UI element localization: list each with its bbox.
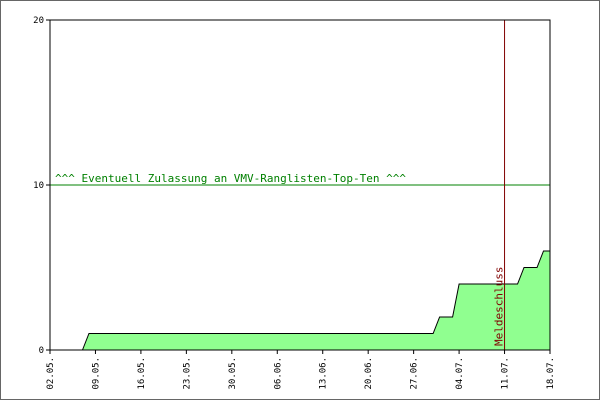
x-tick-label-11: 18.07. <box>546 357 556 390</box>
area-chart: ^^^ Eventuell Zulassung an VMV-Rangliste… <box>33 16 556 390</box>
reference-line-label: ^^^ Eventuell Zulassung an VMV-Rangliste… <box>55 172 406 185</box>
x-tick-label-0: 02.05. <box>46 357 56 390</box>
x-tick-label-2: 16.05. <box>137 357 147 390</box>
x-tick-label-4: 30.05. <box>228 357 238 390</box>
y-tick-label-0: 0 <box>39 346 44 356</box>
x-tick-label-7: 20.06. <box>364 357 374 390</box>
x-tick-label-6: 13.06. <box>319 357 329 390</box>
x-tick-label-9: 04.07. <box>455 357 465 390</box>
x-tick-label-3: 23.05. <box>182 357 192 390</box>
vertical-marker-label: Meldeschluss <box>493 267 506 346</box>
y-tick-label-2: 20 <box>33 16 44 26</box>
x-tick-label-1: 09.05. <box>91 357 101 390</box>
x-tick-label-8: 27.06. <box>410 357 420 390</box>
x-tick-label-10: 11.07. <box>501 357 511 390</box>
x-tick-label-5: 06.06. <box>273 357 283 390</box>
y-tick-label-1: 10 <box>33 181 44 191</box>
